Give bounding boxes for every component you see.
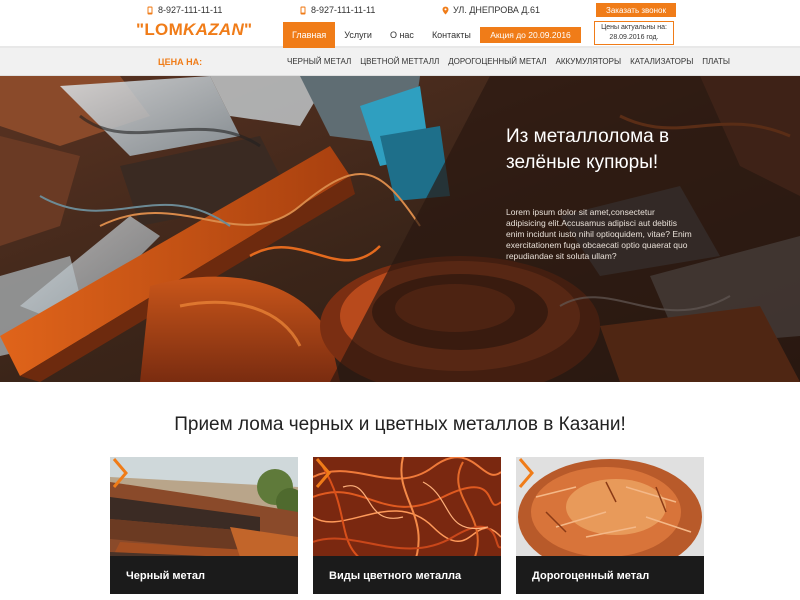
site-logo[interactable]: "LOMKAZAN": [136, 20, 252, 40]
phone-icon: [147, 6, 153, 14]
phone-number: 8-927-111-11-11: [311, 5, 376, 15]
nav-item-home[interactable]: Главная: [283, 22, 336, 48]
header-address: УЛ. ДНЕПРОВА Д.61: [442, 5, 540, 15]
card-label: Дорогоценный метал: [532, 570, 650, 582]
price-link-boards[interactable]: ПЛАТЫ: [702, 57, 730, 66]
price-bar-links: ЧЕРНЫЙ МЕТАЛ ЦВЕТНОЙ МЕТТАЛЛ ДОРОГОЦЕННЫ…: [287, 57, 730, 66]
prices-actual-box: Цены актуальны на: 28.09.2016 год.: [594, 21, 674, 45]
main-nav: Главная Услуги О нас Контакты: [283, 22, 480, 48]
logo-lom: LOM: [144, 20, 184, 39]
address-text: УЛ. ДНЕПРОВА Д.61: [453, 5, 541, 15]
header-phone-2[interactable]: 8-927-111-11-11: [299, 5, 375, 15]
price-link-batteries[interactable]: АККУМУЛЯТОРЫ: [556, 57, 622, 66]
hero-title: Из металлолома в зелёные купюры!: [506, 126, 670, 173]
site-header: 8-927-111-11-11 8-927-111-11-11 УЛ. ДНЕП…: [0, 0, 800, 48]
price-bar: ЦЕНА НА: ЧЕРНЫЙ МЕТАЛ ЦВЕТНОЙ МЕТТАЛЛ ДО…: [0, 48, 800, 76]
chevron-right-icon: [315, 458, 331, 488]
prices-actual-label: Цены актуальны на:: [601, 24, 667, 31]
callback-button[interactable]: Заказать звонок: [596, 3, 676, 17]
promo-button[interactable]: Акция до 20.09.2016: [480, 27, 581, 43]
nav-item-services[interactable]: Услуги: [335, 22, 381, 48]
hero-text: Lorem ipsum dolor sit amet,consectetur a…: [506, 207, 692, 261]
chevron-right-icon: [518, 458, 534, 488]
phone-number: 8-927-111-11-11: [158, 5, 223, 15]
price-bar-title: ЦЕНА НА:: [158, 57, 203, 67]
price-link-nonferrous[interactable]: ЦВЕТНОЙ МЕТТАЛЛ: [360, 57, 439, 66]
header-phone-1[interactable]: 8-927-111-11-11: [146, 5, 222, 15]
chevron-right-icon: [112, 458, 128, 488]
nav-item-contacts[interactable]: Контакты: [423, 22, 480, 48]
nav-item-about[interactable]: О нас: [381, 22, 423, 48]
price-link-catalysts[interactable]: КАТАЛИЗАТОРЫ: [630, 57, 693, 66]
services-title: Прием лома черных и цветных металлов в К…: [174, 414, 626, 435]
service-card-ferrous[interactable]: Черный метал: [110, 457, 298, 594]
service-card-precious[interactable]: Дорогоценный метал: [516, 457, 704, 594]
logo-quote-close: ": [244, 20, 253, 39]
prices-actual-date: 28.09.2016 год.: [609, 34, 659, 41]
card-label: Виды цветного металла: [329, 570, 462, 582]
price-link-ferrous[interactable]: ЧЕРНЫЙ МЕТАЛ: [287, 57, 351, 66]
map-pin-icon: [442, 6, 449, 14]
logo-kazan: KAZAN: [183, 20, 245, 39]
price-link-precious[interactable]: ДОРОГОЦЕННЫЙ МЕТАЛ: [448, 57, 546, 66]
hero-banner: Из металлолома в зелёные купюры! Lorem i…: [0, 76, 800, 382]
service-card-nonferrous[interactable]: Виды цветного металла: [313, 457, 501, 594]
phone-icon: [300, 6, 306, 14]
card-label: Черный метал: [126, 570, 206, 582]
